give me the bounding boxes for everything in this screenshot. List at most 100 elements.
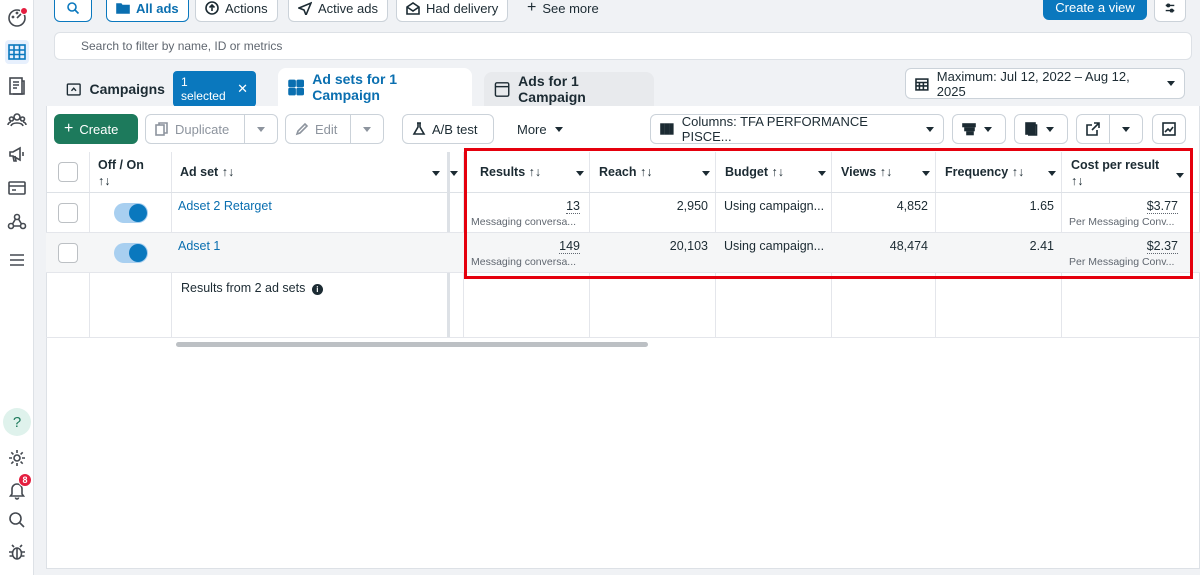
breakdown-button[interactable] [952,114,1006,144]
dashboard-gauge-icon[interactable] [5,6,29,30]
duplicate-dropdown[interactable] [244,114,278,144]
alert-dot [20,7,28,15]
highlight-annotation-box [464,148,1193,279]
plus-icon: + [64,120,74,137]
notifications-bell-icon[interactable]: 8 [5,473,32,502]
pencil-icon [295,122,309,136]
bug-report-icon[interactable] [5,540,29,564]
horizontal-scrollbar[interactable] [176,342,648,347]
info-icon[interactable]: i [311,284,323,295]
columns-preset-dropdown[interactable]: Columns: TFA PERFORMANCE PISCE... [650,114,944,144]
columns-icon [660,123,674,135]
arrow-up-circle-icon [205,1,219,15]
adset-toggle[interactable] [114,243,148,263]
help-icon[interactable]: ? [3,408,31,436]
chevron-down-icon [554,126,563,132]
audience-people-icon[interactable] [5,108,29,132]
edit-dropdown[interactable] [350,114,384,144]
tab-adsets[interactable]: Ad sets for 1 Campaign [278,68,472,106]
book-icon[interactable] [5,74,29,98]
adset-toggle[interactable] [114,203,148,223]
create-view-button[interactable]: Create a view [1043,0,1147,20]
search-icon [67,2,80,15]
duplicate-button[interactable]: Duplicate [145,114,245,144]
menu-icon[interactable] [5,248,29,272]
date-range-label: Maximum: Jul 12, 2022 – Aug 12, 2025 [936,68,1130,99]
tab-adsets-label: Ad sets for 1 Campaign [312,71,398,103]
notification-count-badge: 8 [18,473,32,487]
toggle-knob [129,244,147,262]
tab-campaigns-label: Campaigns [89,81,165,97]
see-more-label: See more [542,0,599,16]
select-all-checkbox[interactable] [58,162,78,182]
close-icon[interactable]: ✕ [237,81,248,97]
date-range-picker[interactable]: Maximum: Jul 12, 2022 – Aug 12, 2025 [905,68,1185,99]
trend-chart-icon [1162,122,1176,136]
flask-icon [412,122,426,135]
chevron-down-icon [926,126,934,132]
chevron-down-icon [363,126,371,132]
adset-name-link[interactable]: Adset 1 [178,239,220,253]
filter-search-input[interactable]: Search to filter by name, ID or metrics [54,32,1192,60]
create-button[interactable]: + Create [54,114,138,144]
tab-campaigns[interactable]: Campaigns 1 selected ✕ [56,71,266,107]
sort-icon: ↑↓ [221,165,235,179]
sort-icon: ↑↓ [98,174,111,188]
selected-chip-label: 1 selected [180,75,226,103]
header-offon[interactable]: Off / On ↑↓ [98,157,144,189]
filter-actions[interactable]: Actions [195,0,278,22]
chevron-down-icon [1046,126,1054,132]
export-button[interactable] [1076,114,1110,144]
filter-had-delivery[interactable]: Had delivery [396,0,509,22]
chevron-down-icon [1122,126,1130,132]
duplicate-icon [155,122,168,136]
tab-ads[interactable]: Ads for 1 Campaign [484,72,654,106]
more-button[interactable]: More [508,114,572,144]
header-adset[interactable]: Ad set ↑↓ [180,165,234,179]
filter-had-delivery-label: Had delivery [426,0,499,16]
row-checkbox[interactable] [58,243,78,263]
help-label: ? [12,413,22,431]
adset-name-link[interactable]: Adset 2 Retarget [178,199,272,213]
search-icon[interactable] [5,508,29,532]
megaphone-icon[interactable] [5,142,29,166]
calendar-icon [915,77,929,91]
settings-gear-icon[interactable] [5,446,29,470]
ad-window-icon [494,81,510,97]
view-settings-button[interactable] [1154,0,1186,22]
breakdown-bars-icon [962,123,976,136]
chevron-down-icon[interactable] [432,171,440,176]
filter-active-ads[interactable]: Active ads [288,0,388,22]
results-summary-label: Results from 2 ad sets [181,281,306,295]
left-nav: ? 8 [0,0,34,575]
edit-button[interactable]: Edit [285,114,351,144]
export-dropdown[interactable] [1109,114,1143,144]
billing-card-icon[interactable] [5,176,29,200]
chevron-down-icon[interactable] [450,171,458,176]
charts-button[interactable] [1152,114,1186,144]
search-placeholder: Search to filter by name, ID or metrics [81,39,283,53]
filter-all-ads[interactable]: All ads [106,0,189,22]
create-label: Create [79,121,119,137]
header-offon-label: Off / On [98,158,144,172]
chevron-down-icon [984,126,992,132]
search-toggle-button[interactable] [54,0,92,22]
ab-test-button[interactable]: A/B test [402,114,494,144]
campaign-folder-icon [66,82,81,96]
filter-all-ads-label: All ads [136,0,179,16]
send-icon [298,1,312,15]
business-network-icon[interactable] [5,210,29,234]
envelope-open-icon [406,2,420,15]
filter-actions-label: Actions [225,0,268,16]
reports-button[interactable] [1014,114,1068,144]
edit-label: Edit [315,121,338,137]
selected-chip[interactable]: 1 selected ✕ [172,71,256,107]
table-grid-icon[interactable] [5,40,29,64]
create-view-label: Create a view [1055,0,1135,15]
see-more-button[interactable]: + See more [518,0,608,22]
export-icon [1086,122,1100,136]
chevron-down-icon [1167,81,1175,86]
main-area: All ads Actions Active ads Had delivery … [46,0,1200,575]
row-checkbox[interactable] [58,203,78,223]
reports-book-icon [1025,122,1038,136]
